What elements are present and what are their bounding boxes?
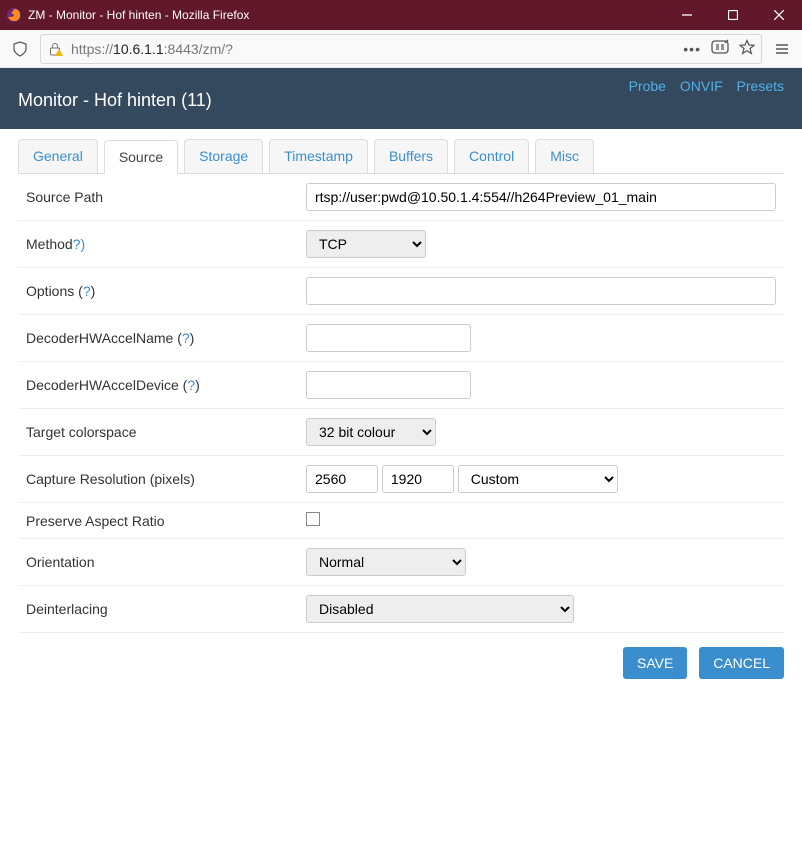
method-select[interactable]: TCP	[306, 230, 426, 258]
tab-panel-source: Source Path Method?) TCP Options (?) Dec…	[18, 173, 784, 693]
tab-timestamp[interactable]: Timestamp	[269, 139, 368, 173]
header-links: Probe ONVIF Presets	[619, 78, 784, 94]
label-deinterlace: Deinterlacing	[26, 601, 306, 617]
tab-general[interactable]: General	[18, 139, 98, 173]
presets-link[interactable]: Presets	[737, 78, 784, 94]
label-decoder-device: DecoderHWAccelDevice (?)	[26, 377, 306, 393]
page-actions-icon[interactable]: •••	[683, 41, 701, 57]
options-input[interactable]	[306, 277, 776, 305]
bookmark-star-icon[interactable]	[739, 39, 755, 58]
url-bar[interactable]: https://10.6.1.1:8443/zm/? •••	[40, 34, 762, 64]
label-aspect: Preserve Aspect Ratio	[26, 513, 306, 529]
browser-toolbar: https://10.6.1.1:8443/zm/? •••	[0, 30, 802, 68]
main-content: General Source Storage Timestamp Buffers…	[0, 129, 802, 703]
capture-preset-select[interactable]: Custom	[458, 465, 618, 493]
label-orientation: Orientation	[26, 554, 306, 570]
hamburger-menu-icon[interactable]	[768, 35, 796, 63]
page-header: Probe ONVIF Presets Monitor - Hof hinten…	[0, 68, 802, 129]
url-text: https://10.6.1.1:8443/zm/?	[71, 41, 677, 57]
method-help-icon[interactable]: ?)	[73, 236, 85, 252]
cancel-button[interactable]: CANCEL	[699, 647, 784, 679]
deinterlace-select[interactable]: Disabled	[306, 595, 574, 623]
decname-help-icon[interactable]: ?	[182, 330, 190, 346]
tab-source[interactable]: Source	[104, 140, 178, 174]
label-options: Options (?)	[26, 283, 306, 299]
label-capture-res: Capture Resolution (pixels)	[26, 471, 306, 487]
tab-misc[interactable]: Misc	[535, 139, 594, 173]
decdev-help-icon[interactable]: ?	[187, 377, 195, 393]
capture-width-input[interactable]	[306, 465, 378, 493]
firefox-icon	[6, 7, 22, 23]
reader-icon[interactable]	[711, 39, 729, 58]
onvif-link[interactable]: ONVIF	[680, 78, 723, 94]
tab-storage[interactable]: Storage	[184, 139, 263, 173]
tab-buffers[interactable]: Buffers	[374, 139, 448, 173]
maximize-button[interactable]	[710, 0, 756, 30]
capture-height-input[interactable]	[382, 465, 454, 493]
source-path-input[interactable]	[306, 183, 776, 211]
minimize-button[interactable]	[664, 0, 710, 30]
label-decoder-name: DecoderHWAccelName (?)	[26, 330, 306, 346]
tab-control[interactable]: Control	[454, 139, 529, 173]
aspect-checkbox[interactable]	[306, 512, 320, 526]
window-titlebar: ZM - Monitor - Hof hinten - Mozilla Fire…	[0, 0, 802, 30]
window-title: ZM - Monitor - Hof hinten - Mozilla Fire…	[28, 8, 664, 22]
colorspace-select[interactable]: 32 bit colour	[306, 418, 436, 446]
tab-bar: General Source Storage Timestamp Buffers…	[18, 139, 784, 173]
label-source-path: Source Path	[26, 189, 306, 205]
lock-warning-icon	[47, 41, 63, 57]
options-help-icon[interactable]: ?	[83, 283, 91, 299]
close-window-button[interactable]	[756, 0, 802, 30]
save-button[interactable]: SAVE	[623, 647, 687, 679]
probe-link[interactable]: Probe	[629, 78, 666, 94]
label-method: Method?)	[26, 236, 306, 252]
decoder-device-input[interactable]	[306, 371, 471, 399]
decoder-name-input[interactable]	[306, 324, 471, 352]
tracking-shield-icon[interactable]	[6, 35, 34, 63]
orientation-select[interactable]: Normal	[306, 548, 466, 576]
label-colorspace: Target colorspace	[26, 424, 306, 440]
button-row: SAVE CANCEL	[18, 633, 784, 693]
